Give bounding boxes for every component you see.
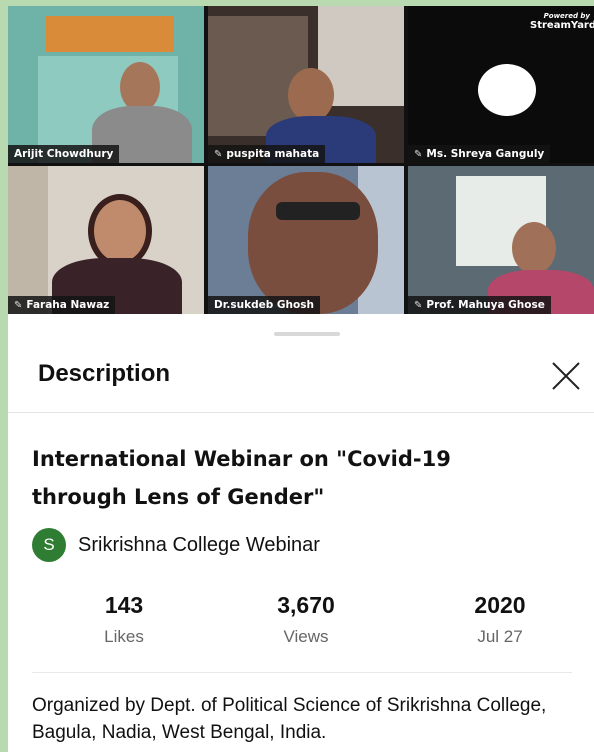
mic-muted-icon: ✎ xyxy=(14,299,23,311)
participant-tile[interactable]: Dr.sukdeb Ghosh xyxy=(208,166,404,314)
participant-video xyxy=(88,194,152,268)
stats-row: 143 Likes 3,670 Views 2020 Jul 27 xyxy=(38,592,568,652)
video-grid: Arijit Chowdhury ✎ puspita mahata Powere… xyxy=(8,6,594,314)
door xyxy=(8,166,48,314)
wall-decor xyxy=(46,16,174,52)
channel-avatar[interactable]: S xyxy=(32,528,66,562)
participant-name: ✎ puspita mahata xyxy=(208,145,326,163)
drag-handle[interactable] xyxy=(274,332,340,336)
close-icon xyxy=(552,362,580,390)
avatar xyxy=(478,64,536,116)
participant-tile[interactable]: ✎ Prof. Mahuya Ghose xyxy=(408,166,594,314)
participant-video xyxy=(120,62,160,112)
channel-name[interactable]: Srikrishna College Webinar xyxy=(78,534,320,557)
participant-tile[interactable]: ✎ Faraha Nawaz xyxy=(8,166,204,314)
mic-muted-icon: ✎ xyxy=(414,148,423,160)
divider xyxy=(32,672,572,673)
mic-muted-icon: ✎ xyxy=(414,299,423,311)
channel-link[interactable]: S Srikrishna College Webinar xyxy=(32,528,320,562)
description-text: Organized by Dept. of Political Science … xyxy=(32,695,547,743)
participant-tile[interactable]: Powered by StreamYard ✎ Ms. Shreya Gangu… xyxy=(408,6,594,163)
participant-name: ✎ Faraha Nawaz xyxy=(8,296,116,314)
glasses xyxy=(276,202,360,220)
participant-name: ✎ Ms. Shreya Ganguly xyxy=(408,145,551,163)
participant-name: Arijit Chowdhury xyxy=(8,145,120,163)
video-title: International Webinar on "Covid-19 throu… xyxy=(32,447,451,509)
participant-tile[interactable]: Arijit Chowdhury xyxy=(8,6,204,163)
streamyard-logo: Powered by StreamYard xyxy=(530,12,594,31)
description-sheet: Description International Webinar on "Co… xyxy=(8,314,594,752)
mic-muted-icon: ✎ xyxy=(214,148,223,160)
participant-video xyxy=(512,222,556,274)
participant-video xyxy=(288,68,334,122)
participant-name: Dr.sukdeb Ghosh xyxy=(208,296,320,314)
sheet-title: Description xyxy=(38,360,171,387)
close-button[interactable] xyxy=(548,358,584,394)
participant-tile[interactable]: ✎ puspita mahata xyxy=(208,6,404,163)
stat-likes: 143 Likes xyxy=(104,592,144,646)
stat-date: 2020 Jul 27 xyxy=(474,592,526,646)
participant-name: ✎ Prof. Mahuya Ghose xyxy=(408,296,551,314)
stat-views: 3,670 Views xyxy=(277,592,335,646)
app-frame: Arijit Chowdhury ✎ puspita mahata Powere… xyxy=(8,6,594,752)
divider xyxy=(8,412,594,413)
participant-video xyxy=(248,172,378,314)
